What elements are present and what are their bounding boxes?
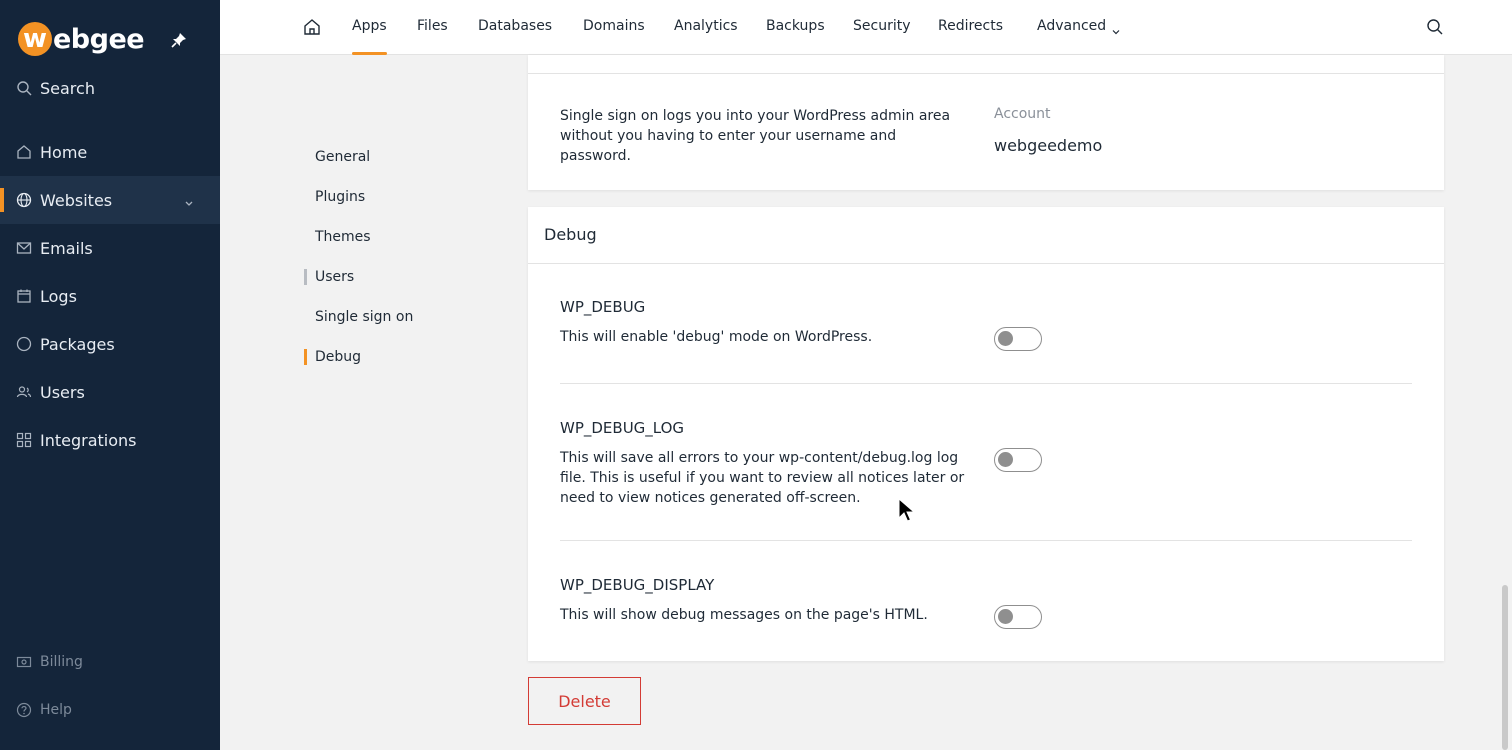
chevron-down-icon[interactable] [184, 194, 194, 206]
help-icon [16, 702, 32, 718]
subnav-single-sign-on[interactable]: Single sign on [315, 309, 413, 325]
search-icon[interactable] [1426, 18, 1444, 36]
tab-redirects[interactable]: Redirects [938, 18, 1003, 55]
wp-debug-display-toggle[interactable] [994, 605, 1042, 629]
sso-description: Single sign on logs you into your WordPr… [560, 108, 951, 164]
tab-apps[interactable]: Apps [352, 18, 387, 55]
subnav-themes[interactable]: Themes [315, 229, 371, 245]
subnav-users[interactable]: Users [315, 269, 354, 285]
mouse-cursor-icon [898, 497, 916, 524]
wp-debug-toggle[interactable] [994, 327, 1042, 351]
divider [560, 540, 1412, 541]
subnav-active-marker [304, 349, 307, 365]
logo-mark: w [18, 22, 52, 56]
sidebar-item-label: Logs [40, 286, 77, 306]
sidebar-item-packages[interactable]: Packages [0, 320, 220, 368]
tab-files[interactable]: Files [417, 18, 448, 55]
tab-analytics[interactable]: Analytics [674, 18, 738, 55]
wp-debug-log-description: This will save all errors to your wp-con… [560, 450, 965, 506]
sidebar-search[interactable]: Search [0, 64, 220, 112]
home-icon[interactable] [303, 18, 321, 36]
users-icon [16, 384, 32, 400]
sso-card: Single sign on logs you into your WordPr… [528, 55, 1444, 190]
sidebar-item-label: Help [40, 702, 72, 718]
circle-icon [16, 336, 32, 352]
logo-text: ebgee [53, 23, 145, 55]
toggle-knob [998, 609, 1013, 624]
wp-debug-description: This will enable 'debug' mode on WordPre… [560, 329, 873, 345]
webgee-logo[interactable]: w ebgee [18, 20, 145, 58]
grid-icon [16, 432, 32, 448]
sidebar-item-emails[interactable]: Emails [0, 224, 220, 272]
scrollbar[interactable] [1502, 585, 1508, 750]
sidebar-item-label: Users [40, 382, 85, 402]
delete-button[interactable]: Delete [528, 677, 641, 725]
tab-domains[interactable]: Domains [583, 18, 645, 55]
account-value: webgeedemo [994, 136, 1103, 155]
mail-icon [16, 240, 32, 256]
sidebar-item-label: Home [40, 142, 88, 162]
divider [528, 263, 1444, 264]
toggle-knob [998, 331, 1013, 346]
subnav-general[interactable]: General [315, 149, 370, 165]
wp-debug-title: WP_DEBUG [560, 298, 646, 316]
sidebar-item-integrations[interactable]: Integrations [0, 416, 220, 464]
debug-title: Debug [544, 225, 597, 244]
sidebar-item-label: Billing [40, 654, 83, 670]
wp-debug-display-description: This will show debug messages on the pag… [560, 607, 928, 623]
pin-icon[interactable] [171, 32, 187, 48]
tab-backups[interactable]: Backups [766, 18, 825, 55]
globe-icon [16, 192, 32, 208]
wp-debug-log-toggle[interactable] [994, 448, 1042, 472]
home-icon [16, 144, 32, 160]
sidebar-item-home[interactable]: Home [0, 128, 220, 176]
billing-icon [16, 654, 32, 670]
tab-databases[interactable]: Databases [478, 18, 552, 55]
calendar-icon [16, 288, 32, 304]
chevron-down-icon[interactable] [1112, 21, 1120, 35]
tab-security[interactable]: Security [853, 18, 911, 55]
top-nav: Apps Files Databases Domains Analytics B… [220, 0, 1512, 55]
search-icon [16, 80, 32, 96]
wp-debug-log-title: WP_DEBUG_LOG [560, 419, 685, 437]
subnav-marker [304, 269, 307, 285]
tab-advanced[interactable]: Advanced [1037, 18, 1106, 55]
account-label: Account [994, 106, 1051, 122]
subnav-plugins[interactable]: Plugins [315, 189, 365, 205]
sidebar-item-logs[interactable]: Logs [0, 272, 220, 320]
wp-debug-display-title: WP_DEBUG_DISPLAY [560, 576, 715, 594]
sidebar-item-label: Packages [40, 334, 115, 354]
sidebar-search-label: Search [40, 78, 95, 98]
divider [560, 383, 1412, 384]
toggle-knob [998, 452, 1013, 467]
sidebar-item-users[interactable]: Users [0, 368, 220, 416]
debug-card: Debug WP_DEBUG This will enable 'debug' … [528, 207, 1444, 661]
sidebar-item-billing[interactable]: Billing [0, 638, 220, 686]
sidebar: w ebgee Search Home Websites Emails Logs… [0, 0, 220, 750]
divider [528, 73, 1444, 74]
sidebar-item-label: Websites [40, 190, 113, 210]
sidebar-item-websites[interactable]: Websites [0, 176, 220, 224]
sidebar-item-label: Integrations [40, 430, 137, 450]
sidebar-item-label: Emails [40, 238, 93, 258]
sidebar-item-help[interactable]: Help [0, 686, 220, 734]
subnav-debug[interactable]: Debug [315, 349, 361, 365]
